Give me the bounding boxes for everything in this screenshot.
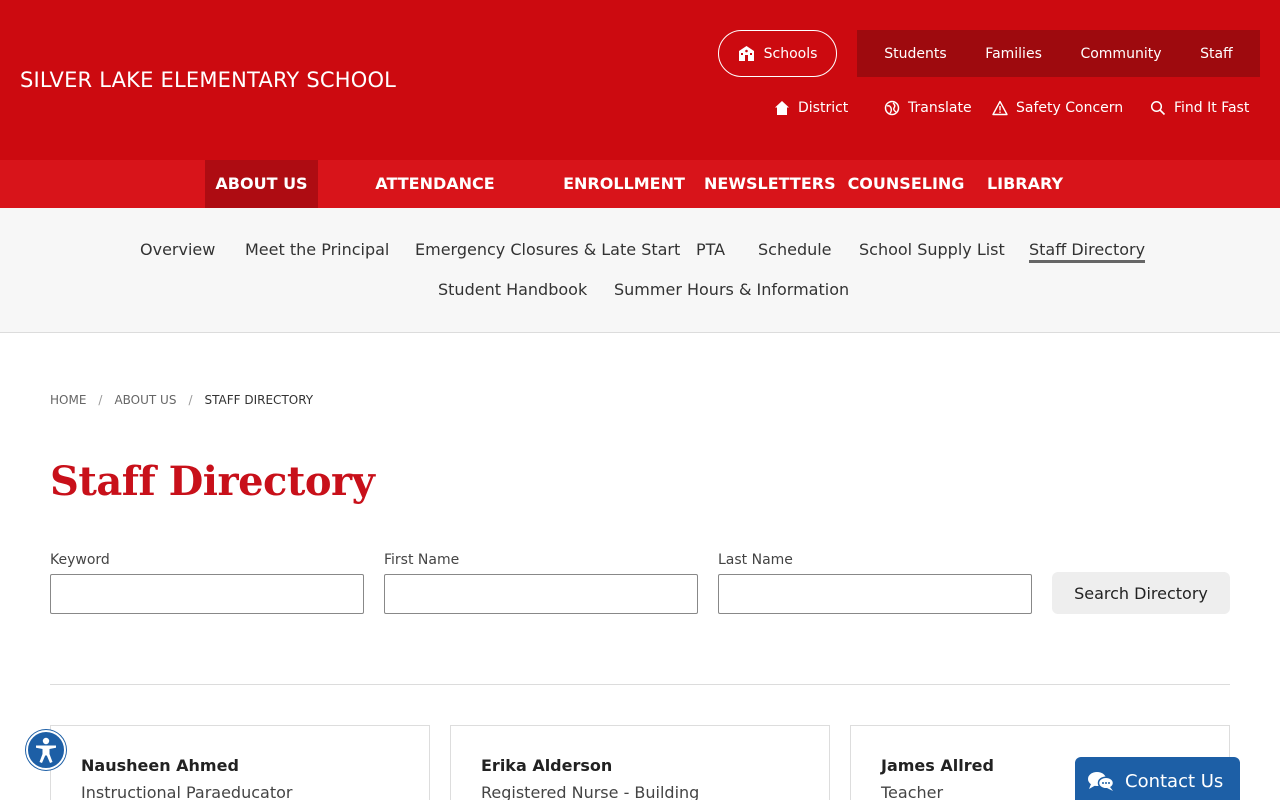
find-it-fast-link[interactable]: Find It Fast (1150, 98, 1249, 118)
subnav-school-supply-list[interactable]: School Supply List (859, 240, 1005, 259)
audience-community[interactable]: Community (1080, 46, 1161, 62)
audience-nav: Students Families Community Staff (857, 30, 1260, 77)
nav-attendance-reporting[interactable]: ATTENDANCE REPORTING (328, 160, 542, 241)
warning-icon (992, 100, 1008, 116)
breadcrumb-separator: / (188, 393, 193, 407)
breadcrumb-home[interactable]: HOME (50, 393, 86, 407)
site-title[interactable]: SILVER LAKE ELEMENTARY SCHOOL (20, 68, 396, 92)
breadcrumb-about-us[interactable]: ABOUT US (114, 393, 176, 407)
staff-role: Instructional Paraeducator (81, 783, 293, 800)
search-directory-button[interactable]: Search Directory (1052, 572, 1230, 614)
subnav-emergency-closures[interactable]: Emergency Closures & Late Start (415, 240, 680, 259)
translate-label: Translate (908, 100, 972, 116)
subnav-student-handbook[interactable]: Student Handbook (438, 280, 587, 299)
home-icon (775, 101, 789, 115)
section-subnav: Overview Meet the Principal Emergency Cl… (0, 208, 1280, 333)
district-link[interactable]: District (774, 98, 848, 118)
subnav-staff-directory[interactable]: Staff Directory (1029, 240, 1146, 263)
staff-role: Registered Nurse - Building (481, 783, 700, 800)
subnav-summer-hours[interactable]: Summer Hours & Information (614, 280, 849, 299)
nav-enrollment[interactable]: ENROLLMENT (560, 160, 688, 208)
keyword-input[interactable] (50, 574, 364, 614)
contact-us-label: Contact Us (1125, 770, 1224, 792)
subnav-overview[interactable]: Overview (140, 240, 215, 259)
last-name-input[interactable] (718, 574, 1032, 614)
divider (50, 684, 1230, 685)
school-icon (738, 46, 754, 61)
breadcrumb: HOME / ABOUT US / STAFF DIRECTORY (50, 393, 313, 407)
keyword-label: Keyword (50, 552, 110, 568)
district-label: District (798, 100, 849, 116)
contact-us-button[interactable]: Contact Us (1075, 757, 1240, 800)
schools-label: Schools (763, 45, 818, 62)
site-header: SILVER LAKE ELEMENTARY SCHOOL Schools St… (0, 0, 1280, 160)
subnav-schedule[interactable]: Schedule (758, 240, 832, 259)
first-name-input[interactable] (384, 574, 698, 614)
main-nav: ABOUT US ATTENDANCE REPORTING ENROLLMENT… (0, 160, 1280, 241)
nav-about-us[interactable]: ABOUT US (205, 160, 318, 208)
safety-concern-link[interactable]: Safety Concern (992, 98, 1123, 118)
translate-link[interactable]: Translate (884, 98, 972, 118)
safety-concern-label: Safety Concern (1016, 100, 1124, 116)
subnav-meet-the-principal[interactable]: Meet the Principal (245, 240, 389, 259)
audience-staff[interactable]: Staff (1200, 46, 1233, 62)
staff-card: Erika Alderson Registered Nurse - Buildi… (450, 725, 830, 800)
staff-card: Nausheen Ahmed Instructional Paraeducato… (50, 725, 430, 800)
find-it-fast-label: Find It Fast (1174, 100, 1250, 116)
chat-bubbles-icon (1088, 772, 1115, 791)
nav-counseling[interactable]: COUNSELING (846, 160, 966, 208)
accessibility-icon (36, 737, 56, 763)
globe-icon (884, 100, 900, 116)
schools-button[interactable]: Schools (718, 30, 837, 77)
nav-library[interactable]: LIBRARY (984, 160, 1066, 208)
accessibility-button[interactable] (26, 730, 66, 770)
staff-name[interactable]: Erika Alderson (481, 756, 612, 775)
staff-name[interactable]: James Allred (881, 756, 994, 775)
audience-students[interactable]: Students (884, 46, 946, 62)
breadcrumb-separator: / (98, 393, 103, 407)
last-name-label: Last Name (718, 552, 793, 568)
first-name-label: First Name (384, 552, 460, 568)
subnav-pta[interactable]: PTA (696, 240, 725, 259)
nav-newsletters[interactable]: NEWSLETTERS (704, 160, 836, 208)
audience-families[interactable]: Families (985, 46, 1042, 62)
staff-name[interactable]: Nausheen Ahmed (81, 756, 239, 775)
breadcrumb-current: STAFF DIRECTORY (204, 393, 314, 407)
page-title: Staff Directory (50, 458, 375, 505)
search-icon (1150, 100, 1166, 116)
staff-role: Teacher (881, 783, 944, 800)
